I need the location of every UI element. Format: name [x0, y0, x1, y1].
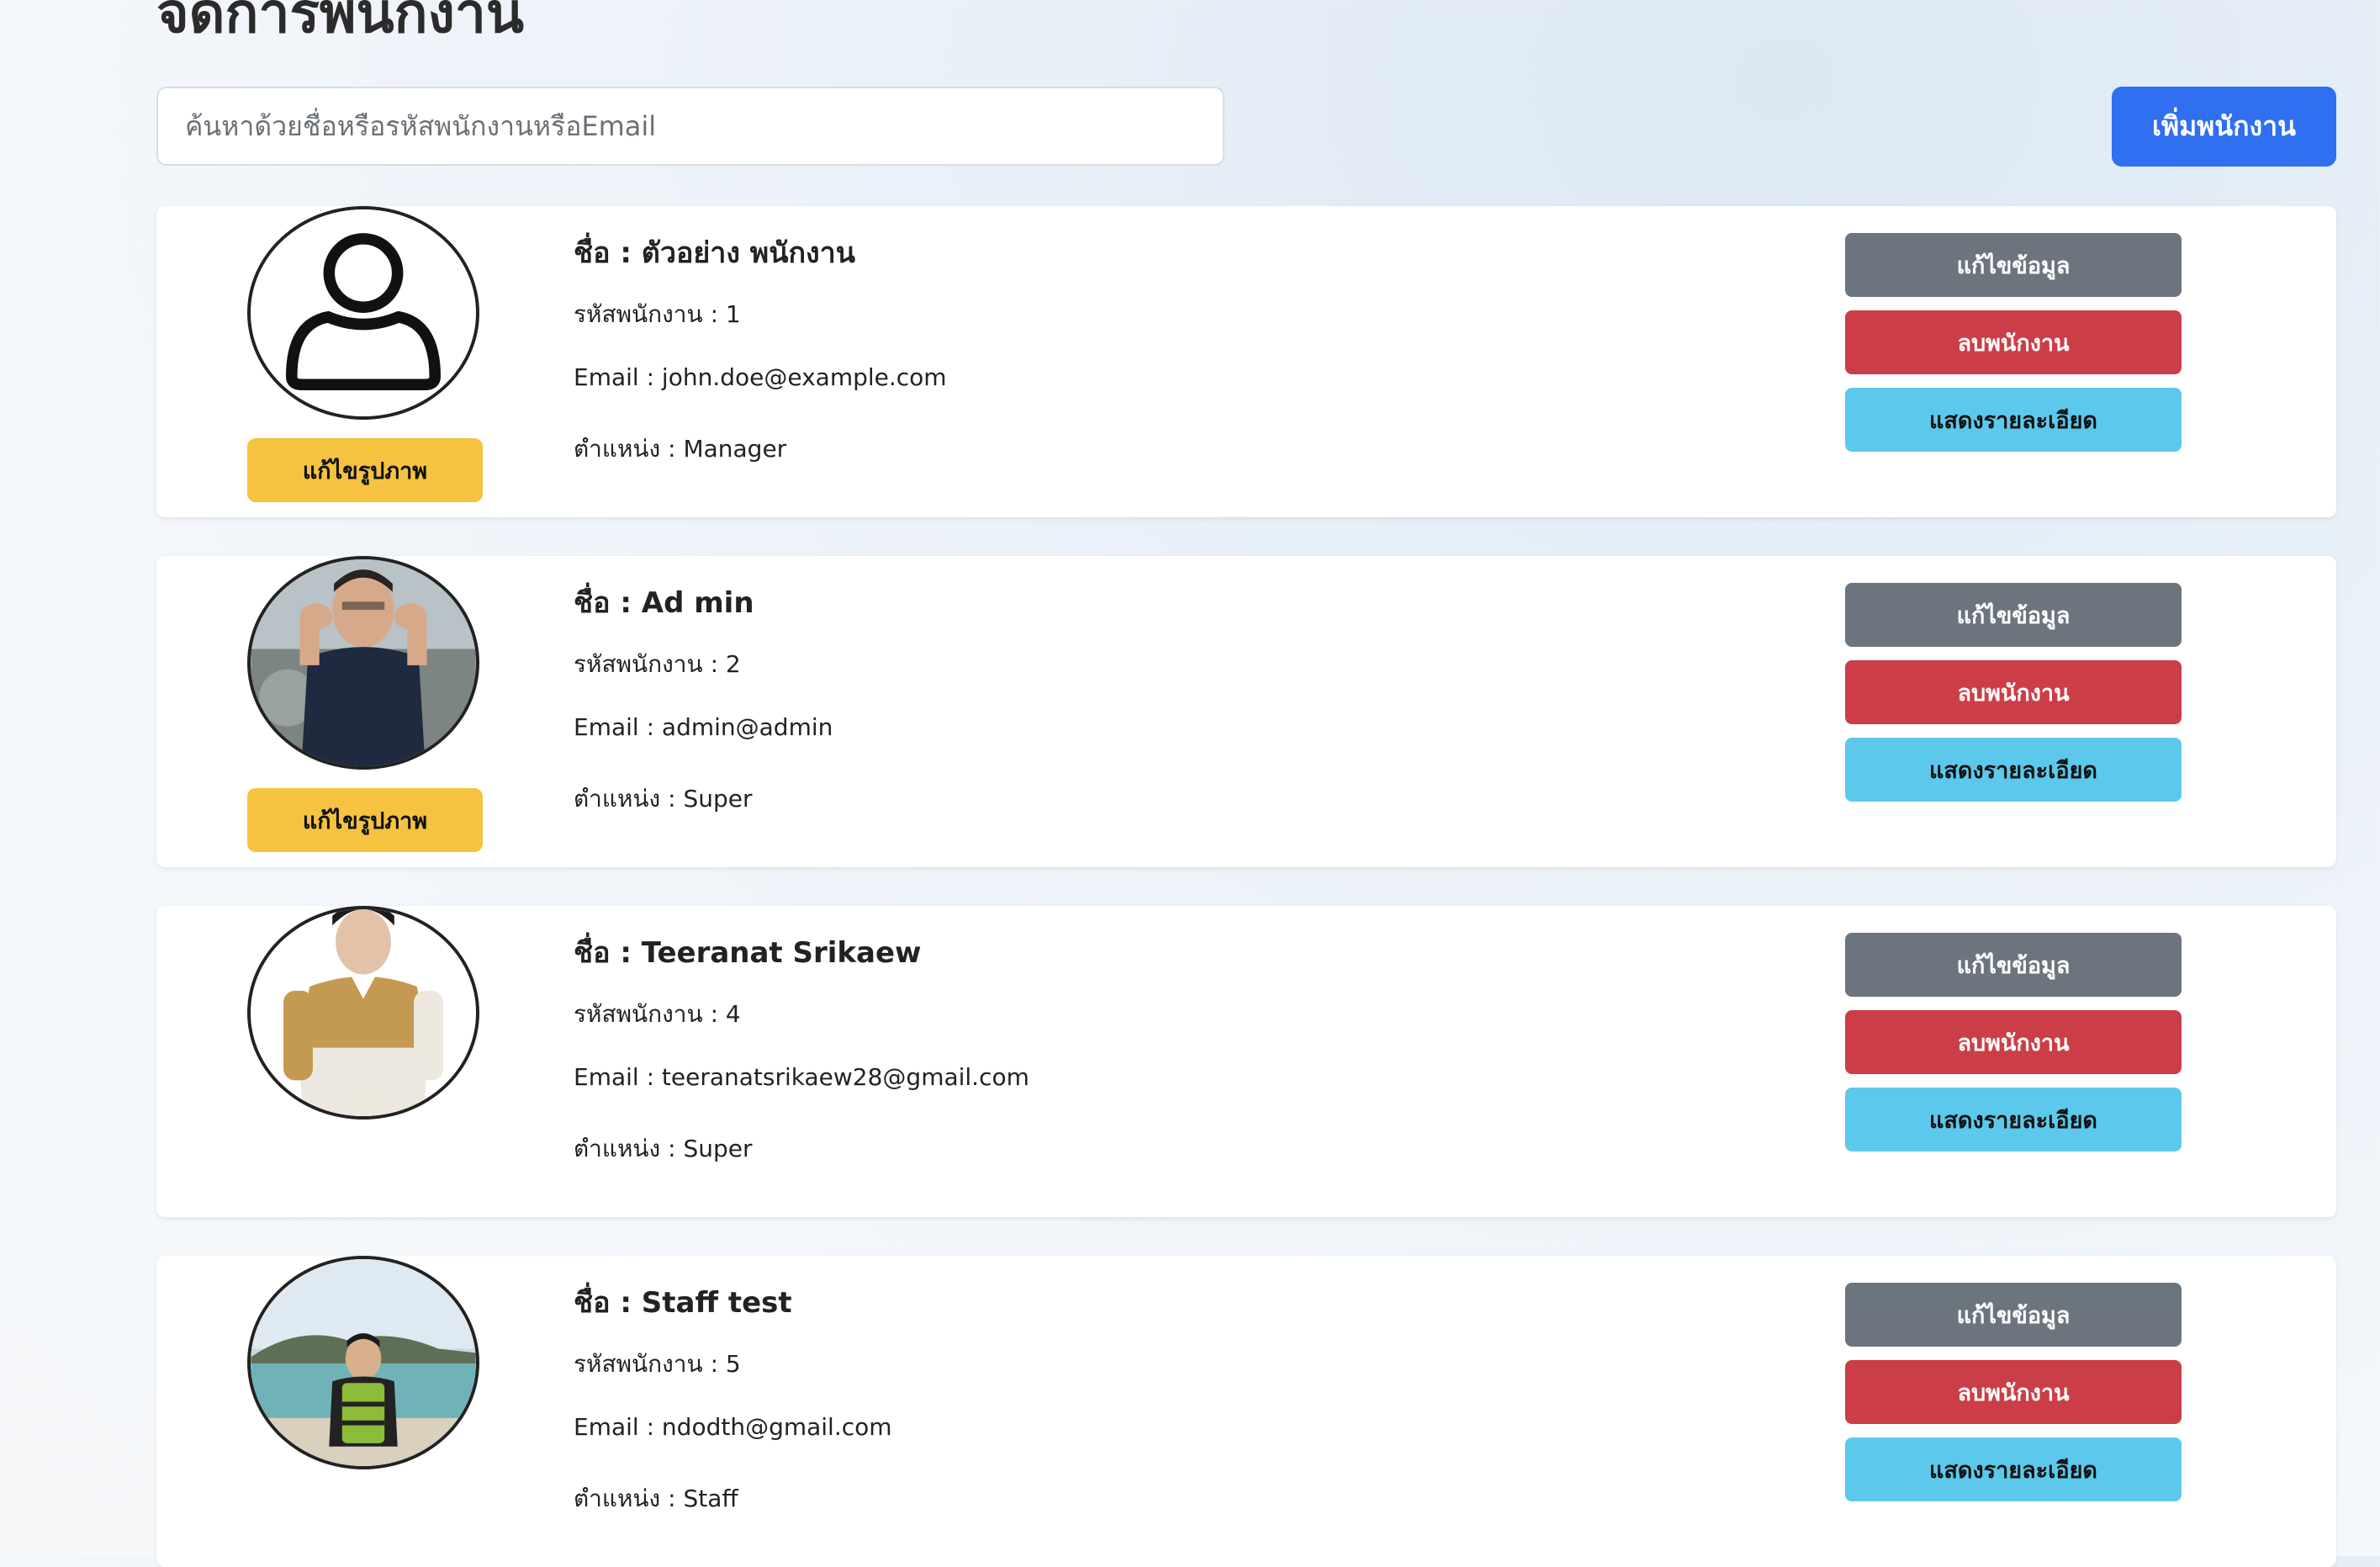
edit-info-button[interactable]: แก้ไขข้อมูล	[1845, 933, 2182, 997]
employee-position: ตำแหน่ง : Manager	[574, 435, 787, 463]
show-details-button[interactable]: แสดงรายละเอียด	[1845, 1437, 2182, 1501]
employee-email: Email : ndodth@gmail.com	[574, 1413, 892, 1441]
edit-info-button[interactable]: แก้ไขข้อมูล	[1845, 233, 2182, 297]
default-user-icon	[251, 209, 476, 416]
search-input[interactable]	[156, 87, 1224, 166]
employee-position: ตำแหน่ง : Staff	[574, 1485, 738, 1512]
delete-employee-button[interactable]: ลบพนักงาน	[1845, 1360, 2182, 1424]
add-employee-button[interactable]: เพิ่มพนักงาน	[2112, 87, 2336, 167]
employee-name: ชื่อ : ตัวอย่าง พนักงาน	[574, 236, 855, 270]
photo-man-polo-shirt	[251, 909, 476, 1116]
delete-employee-button[interactable]: ลบพนักงาน	[1845, 660, 2182, 724]
employee-code: รหัสพนักงาน : 4	[574, 1000, 741, 1028]
delete-employee-button[interactable]: ลบพนักงาน	[1845, 310, 2182, 374]
employee-position: ตำแหน่ง : Super	[574, 785, 753, 813]
edit-info-button[interactable]: แก้ไขข้อมูล	[1845, 1283, 2182, 1347]
employee-email: Email : admin@admin	[574, 713, 833, 741]
photo-man-tank-top	[251, 559, 476, 766]
show-details-button[interactable]: แสดงรายละเอียด	[1845, 738, 2182, 802]
edit-info-button[interactable]: แก้ไขข้อมูล	[1845, 583, 2182, 647]
employee-email: Email : john.doe@example.com	[574, 363, 947, 391]
employee-code: รหัสพนักงาน : 5	[574, 1350, 741, 1378]
edit-image-button[interactable]: แก้ไขรูปภาพ	[247, 438, 483, 502]
avatar	[247, 206, 479, 420]
avatar	[247, 906, 479, 1120]
employee-code: รหัสพนักงาน : 1	[574, 300, 741, 328]
employee-name: ชื่อ : Ad min	[574, 586, 754, 620]
avatar	[247, 556, 479, 770]
page-title: จัดการพนักงาน	[156, 0, 524, 45]
employee-email: Email : teeranatsrikaew28@gmail.com	[574, 1063, 1029, 1091]
employee-position: ตำแหน่ง : Super	[574, 1135, 753, 1162]
show-details-button[interactable]: แสดงรายละเอียด	[1845, 1088, 2182, 1151]
employee-card: แก้ไขรูปภาพ ชื่อ : ตัวอย่าง พนักงาน รหัส…	[156, 206, 2336, 517]
edit-image-button[interactable]: แก้ไขรูปภาพ	[247, 788, 483, 852]
avatar	[247, 1256, 479, 1469]
photo-beach-life-jacket	[251, 1259, 476, 1466]
delete-employee-button[interactable]: ลบพนักงาน	[1845, 1010, 2182, 1074]
employee-name: ชื่อ : Staff test	[574, 1286, 792, 1320]
employee-code: รหัสพนักงาน : 2	[574, 650, 741, 678]
employee-card: ชื่อ : Teeranat Srikaew รหัสพนักงาน : 4 …	[156, 906, 2336, 1217]
employee-name: ชื่อ : Teeranat Srikaew	[574, 936, 922, 970]
show-details-button[interactable]: แสดงรายละเอียด	[1845, 388, 2182, 452]
employee-card: ชื่อ : Staff test รหัสพนักงาน : 5 Email …	[156, 1256, 2336, 1567]
employee-card: แก้ไขรูปภาพ ชื่อ : Ad min รหัสพนักงาน : …	[156, 556, 2336, 867]
